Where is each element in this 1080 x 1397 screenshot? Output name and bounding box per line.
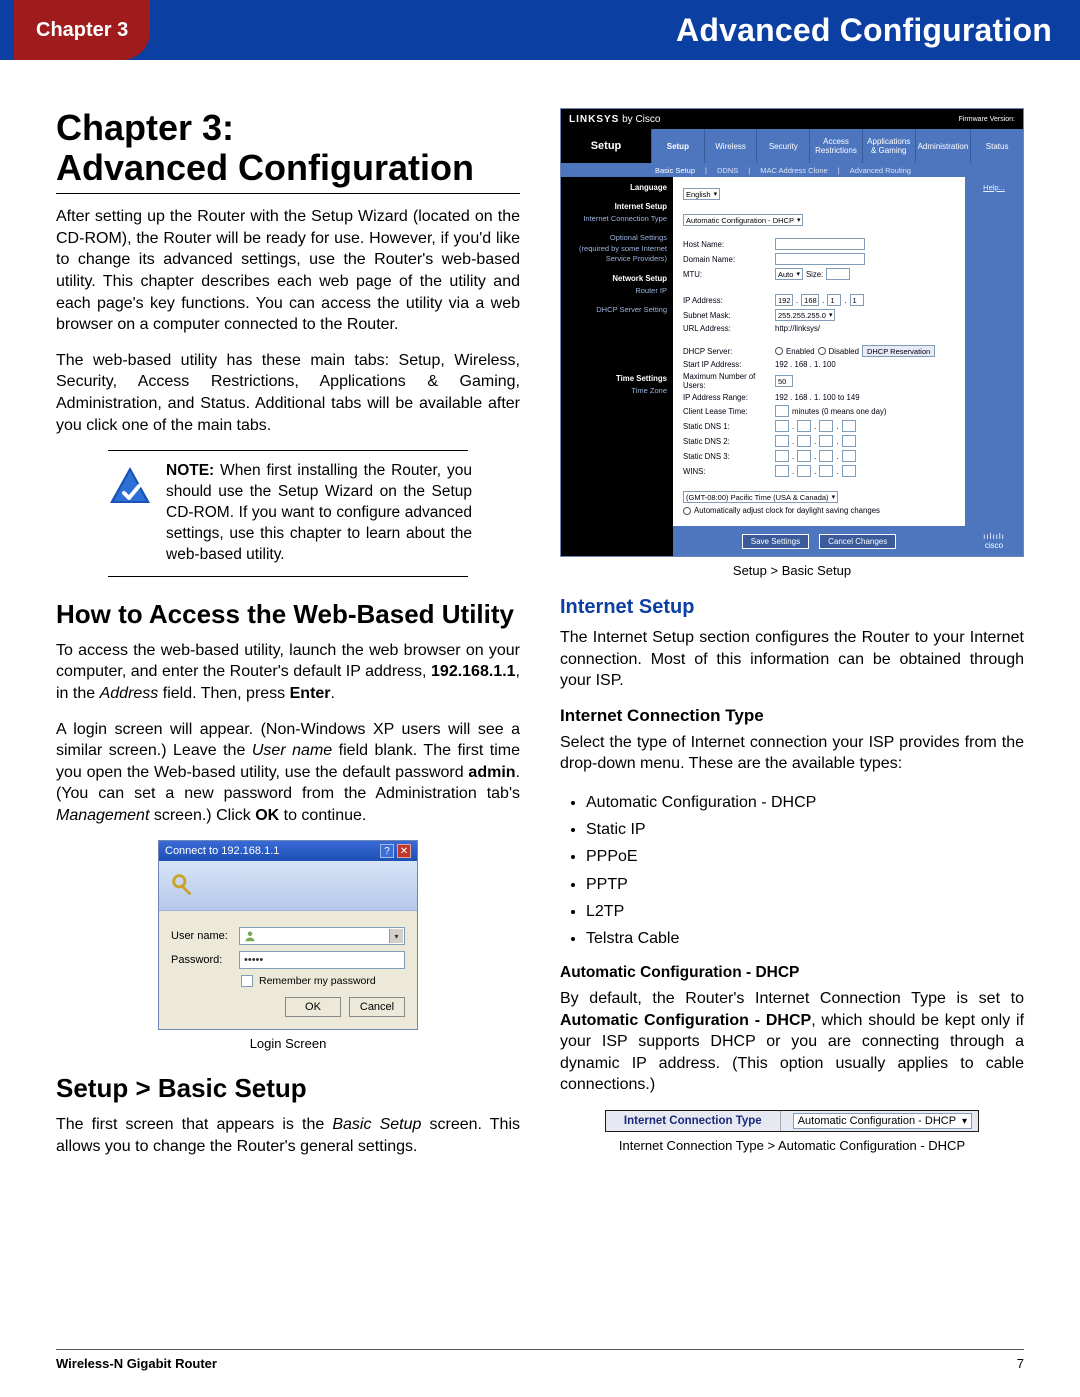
ok-button[interactable]: OK <box>285 997 341 1017</box>
hostname-field[interactable] <box>775 238 865 250</box>
cisco-logo: ıılıılı cisco <box>965 526 1023 556</box>
linksys-caption: Setup > Basic Setup <box>560 563 1024 578</box>
subtab-adv-routing[interactable]: Advanced Routing <box>850 166 911 175</box>
ict-bullets: Automatic Configuration - DHCP Static IP… <box>560 789 1024 952</box>
list-item: Telstra Cable <box>586 925 1024 952</box>
chapter-label: Chapter 3 <box>14 0 150 60</box>
help-link[interactable]: Help... <box>965 177 1023 198</box>
list-item: PPPoE <box>586 843 1024 870</box>
tab-security[interactable]: Security <box>756 129 809 163</box>
cancel-button[interactable]: Cancel <box>349 997 405 1017</box>
internet-setup-para: The Internet Setup section configures th… <box>560 627 1024 692</box>
heading-auto-dhcp: Automatic Configuration - DHCP <box>560 964 1024 982</box>
chapter-heading-line2: Advanced Configuration <box>56 147 474 188</box>
tab-apps-gaming[interactable]: Applications & Gaming <box>862 129 915 163</box>
sub-tabs: Basic Setup | DDNS | MAC Address Clone |… <box>561 163 1023 177</box>
firmware-label: Firmware Version: <box>959 116 1015 123</box>
section-access-utility: How to Access the Web-Based Utility <box>56 599 520 630</box>
chapter-heading-line1: Chapter 3: <box>56 107 234 148</box>
chapter-heading: Chapter 3: Advanced Configuration <box>56 108 520 187</box>
note-icon <box>104 461 156 513</box>
username-field[interactable]: ▾ <box>239 927 405 945</box>
list-item: Static IP <box>586 816 1024 843</box>
ict-figure-caption: Internet Connection Type > Automatic Con… <box>560 1138 1024 1153</box>
tab-status[interactable]: Status <box>970 129 1023 163</box>
intro-para-2: The web-based utility has these main tab… <box>56 350 520 436</box>
page-header: Chapter 3 Advanced Configuration <box>0 0 1080 60</box>
linksys-content: English Automatic Configuration - DHCP H… <box>673 177 965 526</box>
footer-product: Wireless-N Gigabit Router <box>56 1356 217 1371</box>
tab-wireless[interactable]: Wireless <box>704 129 757 163</box>
chevron-down-icon[interactable]: ▾ <box>389 929 403 943</box>
login-caption: Login Screen <box>56 1036 520 1051</box>
subtab-basic[interactable]: Basic Setup <box>655 166 695 175</box>
note-label: NOTE: <box>166 462 214 479</box>
ict-figure-select[interactable]: Automatic Configuration - DHCP <box>793 1113 972 1129</box>
header-title: Advanced Configuration <box>676 12 1052 49</box>
main-tabs: Setup Wireless Security Access Restricti… <box>651 129 1023 163</box>
linksys-logo: LINKSYS by Cisco <box>569 114 660 125</box>
language-select[interactable]: English <box>683 188 720 200</box>
remember-label: Remember my password <box>259 975 376 987</box>
domainname-field[interactable] <box>775 253 865 265</box>
intro-para-1: After setting up the Router with the Set… <box>56 206 520 336</box>
auto-dhcp-para: By default, the Router's Internet Connec… <box>560 988 1024 1096</box>
password-label: Password: <box>171 954 231 966</box>
cancel-changes-button[interactable]: Cancel Changes <box>819 534 896 549</box>
left-column: Chapter 3: Advanced Configuration After … <box>56 108 520 1172</box>
footer-page-number: 7 <box>1017 1356 1024 1371</box>
subtab-ddns[interactable]: DDNS <box>717 166 738 175</box>
linksys-admin-figure: LINKSYS by Cisco Firmware Version: Setup… <box>560 108 1024 557</box>
page-body: Chapter 3: Advanced Configuration After … <box>0 60 1080 1172</box>
access-para-2: A login screen will appear. (Non-Windows… <box>56 719 520 827</box>
subnet-select[interactable]: 255.255.255.0 <box>775 309 835 321</box>
list-item: L2TP <box>586 898 1024 925</box>
ict-figure-label: Internet Connection Type <box>606 1111 781 1131</box>
section-basic-setup: Setup > Basic Setup <box>56 1073 520 1104</box>
user-icon <box>244 930 256 942</box>
tab-access-restrictions[interactable]: Access Restrictions <box>809 129 862 163</box>
help-icon[interactable]: ? <box>380 844 394 858</box>
linksys-help-col: Help... <box>965 177 1023 526</box>
close-icon[interactable]: ✕ <box>397 844 411 858</box>
dhcp-reservation-button[interactable]: DHCP Reservation <box>862 345 935 357</box>
note-callout: NOTE: When first installing the Router, … <box>56 450 520 577</box>
section-label: Setup <box>561 129 651 163</box>
mtu-select[interactable]: Auto <box>775 268 803 280</box>
timezone-select[interactable]: (GMT-08:00) Pacific Time (USA & Canada) <box>683 491 838 503</box>
login-figure: Connect to 192.168.1.1 ? ✕ User name: ▾ <box>56 840 520 1030</box>
linksys-sidebar: Language Internet Setup Internet Connect… <box>561 177 673 526</box>
login-dialog: Connect to 192.168.1.1 ? ✕ User name: ▾ <box>158 840 418 1030</box>
remember-checkbox[interactable] <box>241 975 253 987</box>
subtab-mac[interactable]: MAC Address Clone <box>760 166 828 175</box>
login-title: Connect to 192.168.1.1 <box>165 845 279 857</box>
right-column: LINKSYS by Cisco Firmware Version: Setup… <box>560 108 1024 1172</box>
heading-ict: Internet Connection Type <box>560 706 1024 726</box>
heading-rule <box>56 193 520 194</box>
dhcp-enabled-radio[interactable] <box>775 347 783 355</box>
basic-setup-para: The first screen that appears is the Bas… <box>56 1114 520 1157</box>
save-settings-button[interactable]: Save Settings <box>742 534 809 549</box>
password-field[interactable]: ••••• <box>239 951 405 969</box>
ict-select[interactable]: Automatic Configuration - DHCP <box>683 214 803 226</box>
username-label: User name: <box>171 930 231 942</box>
ict-para: Select the type of Internet connection y… <box>560 732 1024 775</box>
dhcp-disabled-radio[interactable] <box>818 347 826 355</box>
note-text: NOTE: When first installing the Router, … <box>166 461 472 566</box>
page-footer: Wireless-N Gigabit Router 7 <box>56 1349 1024 1371</box>
tab-setup[interactable]: Setup <box>651 129 704 163</box>
section-internet-setup: Internet Setup <box>560 596 1024 619</box>
access-para-1: To access the web-based utility, launch … <box>56 640 520 705</box>
ict-figure: Internet Connection Type Automatic Confi… <box>560 1110 1024 1132</box>
mtu-size-field[interactable] <box>826 268 850 280</box>
tab-administration[interactable]: Administration <box>915 129 971 163</box>
list-item: PPTP <box>586 871 1024 898</box>
list-item: Automatic Configuration - DHCP <box>586 789 1024 816</box>
